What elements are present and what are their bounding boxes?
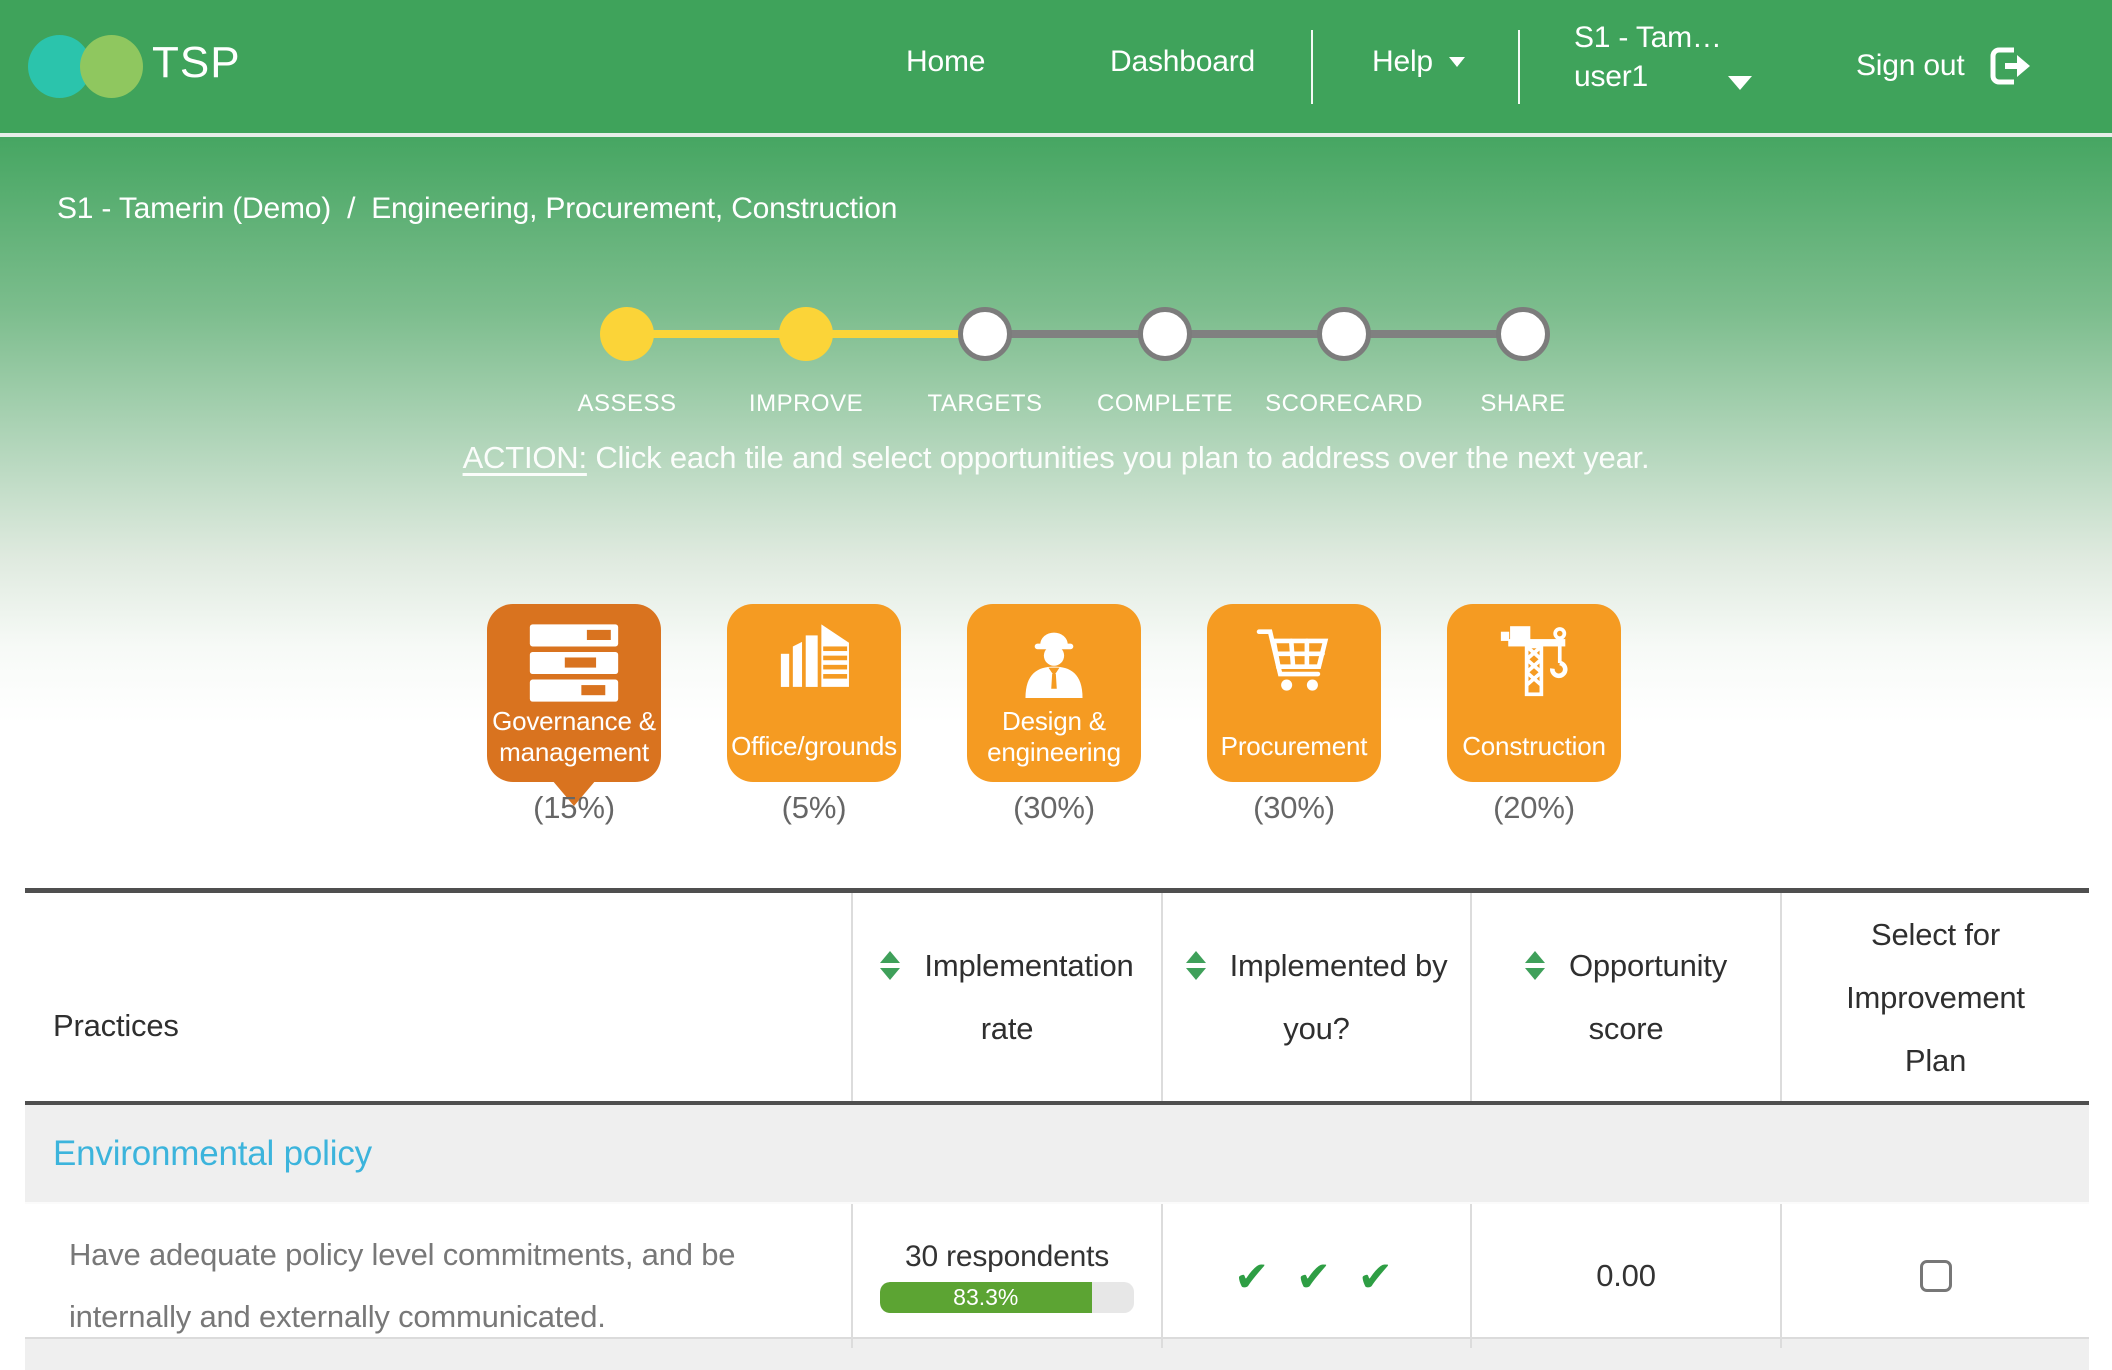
category-tiles: Governance &management xyxy=(487,604,1621,782)
tile-construction[interactable]: Construction xyxy=(1447,604,1621,782)
implementation-rate-cell: 30 respondents 83.3% xyxy=(853,1204,1163,1348)
step-circle-share[interactable] xyxy=(1496,307,1550,361)
step-circle-scorecard[interactable] xyxy=(1317,307,1371,361)
page: TSP Home Dashboard Help S1 - Tam… user1 … xyxy=(0,0,2112,1370)
tile-weight: (30%) xyxy=(967,790,1141,826)
nav-divider xyxy=(1311,30,1313,104)
improvement-plan-checkbox[interactable] xyxy=(1920,1260,1952,1292)
servers-icon xyxy=(487,614,661,712)
column-header-select-for-improvement-plan: Select for Improvement Plan xyxy=(1782,893,2089,1101)
step-label-share: SHARE xyxy=(1413,390,1633,418)
tile-governance-management[interactable]: Governance &management xyxy=(487,604,661,782)
breadcrumb-page: Engineering, Procurement, Construction xyxy=(371,192,897,225)
chevron-down-icon xyxy=(1728,76,1752,90)
tile-weight: (20%) xyxy=(1447,790,1621,826)
sort-icon[interactable] xyxy=(1186,951,1206,980)
check-marks-icon: ✔ ✔ ✔ xyxy=(1234,1252,1399,1301)
nav-home[interactable]: Home xyxy=(906,45,985,79)
practices-table: Practices Implementation rate Implemente… xyxy=(25,888,2089,1370)
tile-label: Design &engineering xyxy=(967,706,1141,768)
action-text: Click each tile and select opportunities… xyxy=(595,440,1649,475)
step-circle-complete[interactable] xyxy=(1138,307,1192,361)
implementation-rate-fill: 83.3% xyxy=(880,1282,1092,1313)
tile-office-grounds[interactable]: Office/grounds xyxy=(727,604,901,782)
select-for-plan-cell xyxy=(1782,1204,2089,1348)
respondents-count: 30 respondents xyxy=(905,1240,1109,1274)
building-icon xyxy=(727,614,901,712)
column-header-implemented-by-you[interactable]: Implemented by you? xyxy=(1163,893,1472,1101)
brand-name: TSP xyxy=(152,38,241,88)
step-circle-assess[interactable] xyxy=(600,307,654,361)
action-prefix: ACTION: xyxy=(463,440,587,475)
sign-out-icon xyxy=(1986,42,2034,90)
section-header-environmental-policy: Environmental policy xyxy=(25,1105,2089,1204)
column-header-opportunity-score[interactable]: Opportunity score xyxy=(1472,893,1782,1101)
sort-icon[interactable] xyxy=(1525,951,1545,980)
cart-icon xyxy=(1207,614,1381,712)
tile-label: Office/grounds xyxy=(727,731,901,762)
engineer-icon xyxy=(967,614,1141,712)
step-circle-targets[interactable] xyxy=(958,307,1012,361)
tile-design-engineering[interactable]: Design &engineering xyxy=(967,604,1141,782)
tile-weight: (15%) xyxy=(487,790,661,826)
tile-weights: (15%) (5%) (30%) (30%) (20%) xyxy=(487,790,1621,826)
practice-text: Have adequate policy level commitments, … xyxy=(25,1204,853,1348)
tile-label: Construction xyxy=(1447,731,1621,762)
implementation-rate-bar: 83.3% xyxy=(880,1282,1134,1313)
breadcrumb-separator: / xyxy=(347,192,355,225)
tile-procurement[interactable]: Procurement xyxy=(1207,604,1381,782)
tile-label: Procurement xyxy=(1207,731,1381,762)
column-header-implementation-rate[interactable]: Implementation rate xyxy=(853,893,1163,1101)
table-row: Have adequate policy level commitments, … xyxy=(25,1204,2089,1339)
app-logo[interactable]: TSP xyxy=(0,0,340,133)
sign-out-button[interactable]: Sign out xyxy=(1856,42,2034,90)
action-instruction: ACTION: Click each tile and select oppor… xyxy=(0,440,2112,476)
breadcrumb-project[interactable]: S1 - Tamerin (Demo) xyxy=(57,192,331,225)
logo-green-circle-icon xyxy=(80,35,143,98)
tile-label: Governance &management xyxy=(487,706,661,768)
nav-help-label: Help xyxy=(1372,45,1433,79)
opportunity-score-cell: 0.00 xyxy=(1472,1204,1782,1348)
table-header-row: Practices Implementation rate Implemente… xyxy=(25,893,2089,1105)
stepper-connector-todo xyxy=(985,330,1523,338)
nav-divider xyxy=(1518,30,1520,104)
nav-dashboard[interactable]: Dashboard xyxy=(1110,45,1255,79)
breadcrumb: S1 - Tamerin (Demo) / Engineering, Procure… xyxy=(57,192,897,226)
chevron-down-icon xyxy=(1449,57,1465,67)
column-header-practices: Practices xyxy=(25,893,853,1101)
user-menu[interactable]: S1 - Tam… user1 xyxy=(1574,18,1722,96)
step-circle-improve[interactable] xyxy=(779,307,833,361)
implementation-rate-label: 83.3% xyxy=(953,1284,1018,1311)
user-menu-line1: S1 - Tam… xyxy=(1574,18,1722,57)
nav-help[interactable]: Help xyxy=(1372,45,1465,79)
tile-weight: (30%) xyxy=(1207,790,1381,826)
crane-icon xyxy=(1447,614,1621,712)
user-menu-line2: user1 xyxy=(1574,57,1722,96)
tile-weight: (5%) xyxy=(727,790,901,826)
top-navigation-bar: TSP Home Dashboard Help S1 - Tam… user1 … xyxy=(0,0,2112,137)
sign-out-label: Sign out xyxy=(1856,49,1964,83)
sort-icon[interactable] xyxy=(880,951,900,980)
opportunity-score-value: 0.00 xyxy=(1596,1258,1656,1294)
implemented-by-you-cell: ✔ ✔ ✔ xyxy=(1163,1204,1472,1348)
